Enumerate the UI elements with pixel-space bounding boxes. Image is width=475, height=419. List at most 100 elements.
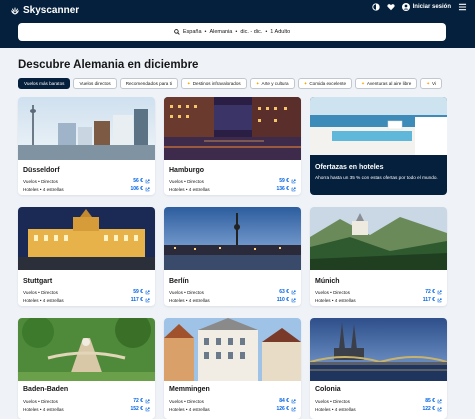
hotel-price-link[interactable]: 106 € xyxy=(130,186,150,192)
hotel-price: 122 € xyxy=(422,406,435,412)
external-link-icon xyxy=(291,297,296,302)
hotels-label: Hoteles xyxy=(169,297,185,303)
flight-price: 56 € xyxy=(133,178,143,184)
hotel-price-link[interactable]: 110 € xyxy=(277,297,296,303)
hamburger-menu-icon[interactable] xyxy=(458,3,467,11)
flights-row: Vuelos • Directos 72 € xyxy=(23,398,150,404)
hotel-price: 136 € xyxy=(276,186,289,192)
chip-label: Destinos infravalorados xyxy=(192,81,241,86)
chip-direct-flights[interactable]: Vuelos directos xyxy=(73,78,117,89)
chip-label: Vuelos más baratos xyxy=(24,81,65,86)
flights-type: Directos xyxy=(187,178,204,184)
hotels-row: Hoteles • 4 estrellas 117 € xyxy=(23,297,150,303)
flights-label: Vuelos xyxy=(23,289,37,295)
chip-great-food[interactable]: ✦ Comida excelente xyxy=(297,78,353,89)
hotel-price-link[interactable]: 126 € xyxy=(276,406,296,412)
star-icon: ✦ xyxy=(255,80,260,86)
flight-price-link[interactable]: 72 € xyxy=(133,398,150,404)
flights-row: Vuelos • Directos 63 € xyxy=(169,289,296,295)
destination-card-memmingen[interactable]: Memmingen Vuelos • Directos 84 € Hoteles… xyxy=(164,318,301,419)
flight-price: 72 € xyxy=(425,289,435,295)
destination-name: Stuttgart xyxy=(23,278,53,285)
destination-image xyxy=(18,97,155,160)
flights-label: Vuelos xyxy=(315,398,329,404)
hotels-label: Hoteles xyxy=(23,406,39,412)
chip-underrated[interactable]: ✦ Destinos infravalorados xyxy=(180,78,247,89)
hotel-stars: 4 estrellas xyxy=(188,406,210,412)
flight-price: 59 € xyxy=(133,289,143,295)
flights-label: Vuelos xyxy=(315,289,329,295)
hotels-row: Hoteles • 4 estrellas 136 € xyxy=(169,186,296,192)
flight-price-link[interactable]: 84 € xyxy=(279,398,296,404)
separator-dot: • xyxy=(265,29,268,35)
chip-label: Vuelos directos xyxy=(79,81,111,86)
flights-row: Vuelos • Directos 84 € xyxy=(169,398,296,404)
hotel-stars: 4 estrellas xyxy=(188,186,210,192)
flights-label: Vuelos xyxy=(23,398,37,404)
flights-row: Vuelos • Directos 56 € xyxy=(23,178,150,184)
external-link-icon xyxy=(145,398,150,403)
flight-price-link[interactable]: 72 € xyxy=(425,289,442,295)
chip-label: Recomendados para ti xyxy=(125,81,172,86)
flights-row: Vuelos • Directos 59 € xyxy=(169,178,296,184)
flight-price-link[interactable]: 59 € xyxy=(133,289,150,295)
hotels-row: Hoteles • 4 estrellas 122 € xyxy=(315,406,442,412)
hotel-stars: 4 estrellas xyxy=(42,406,64,412)
hotel-price: 126 € xyxy=(276,406,289,412)
flight-price-link[interactable]: 63 € xyxy=(279,289,296,295)
destination-card-dusseldorf[interactable]: Düsseldorf Vuelos • Directos 56 € Hotele… xyxy=(18,97,155,195)
theme-toggle-icon[interactable] xyxy=(371,3,380,11)
top-header: Skyscanner Iniciar sesión España • Alema… xyxy=(0,0,475,48)
search-icon xyxy=(174,29,180,35)
destination-image xyxy=(18,318,155,381)
search-origin: España xyxy=(182,29,202,35)
external-link-icon xyxy=(145,297,150,302)
login-button[interactable]: Iniciar sesión xyxy=(401,3,451,11)
destination-card-baden-baden[interactable]: Baden-Baden Vuelos • Directos 72 € Hotel… xyxy=(18,318,155,419)
chip-recommended[interactable]: Recomendados para ti xyxy=(119,78,178,89)
external-link-icon xyxy=(145,178,150,183)
flights-type: Directos xyxy=(187,398,204,404)
hotels-row: Hoteles • 4 estrellas 152 € xyxy=(23,406,150,412)
chip-cheapest-flights[interactable]: Vuelos más baratos xyxy=(18,78,71,89)
destination-card-berlin[interactable]: Berlín Vuelos • Directos 63 € Hoteles • … xyxy=(164,207,301,306)
chip-label: Vi xyxy=(432,81,437,86)
hotel-price: 117 € xyxy=(130,297,143,303)
chip-outdoor-adventures[interactable]: ✦ Aventuras al aire libre xyxy=(355,78,418,89)
separator-dot: • xyxy=(235,29,238,35)
hotels-row: Hoteles • 4 estrellas 117 € xyxy=(315,297,442,303)
hotel-price-link[interactable]: 122 € xyxy=(422,406,442,412)
skyscanner-logo[interactable]: Skyscanner xyxy=(10,5,79,16)
hotels-label: Hoteles xyxy=(169,186,185,192)
destination-name: Hamburgo xyxy=(169,167,204,174)
flight-price-link[interactable]: 59 € xyxy=(279,178,296,184)
hotel-price-link[interactable]: 152 € xyxy=(130,406,150,412)
destination-card-munich[interactable]: Múnich Vuelos • Directos 72 € Hoteles • … xyxy=(310,207,447,306)
hotel-price-link[interactable]: 117 € xyxy=(423,297,442,303)
flights-type: Directos xyxy=(41,289,58,295)
flights-type: Directos xyxy=(333,398,350,404)
flight-price-link[interactable]: 85 € xyxy=(425,398,442,404)
hotel-price-link[interactable]: 117 € xyxy=(131,297,150,303)
flights-label: Vuelos xyxy=(169,178,183,184)
flight-price-link[interactable]: 56 € xyxy=(133,178,150,184)
destination-name: Múnich xyxy=(315,278,340,285)
hotel-price: 152 € xyxy=(130,406,143,412)
flights-type: Directos xyxy=(41,398,58,404)
chip-art-culture[interactable]: ✦ Arte y cultura xyxy=(249,78,295,89)
flights-type: Directos xyxy=(187,289,204,295)
destination-card-hamburgo[interactable]: Hamburgo Vuelos • Directos 59 € Hoteles … xyxy=(164,97,301,195)
destination-card-colonia[interactable]: Colonia Vuelos • Directos 85 € Hoteles •… xyxy=(310,318,447,419)
destination-card-stuttgart[interactable]: Stuttgart Vuelos • Directos 59 € Hoteles… xyxy=(18,207,155,306)
hotel-price-link[interactable]: 136 € xyxy=(276,186,296,192)
hotel-price: 117 € xyxy=(422,297,435,303)
search-summary-bar[interactable]: España • Alemania • dic. - dic. • 1 Adul… xyxy=(18,23,446,41)
login-label: Iniciar sesión xyxy=(412,4,451,10)
destination-image xyxy=(310,318,447,381)
chip-partial[interactable]: ✦ Vi xyxy=(420,78,443,89)
heart-icon[interactable] xyxy=(387,3,395,11)
search-dates: dic. - dic. xyxy=(240,29,263,35)
promo-title: Ofertazas en hoteles xyxy=(315,164,384,171)
hotel-deals-promo[interactable]: Ofertazas en hoteles Ahorra hasta un 35 … xyxy=(310,97,447,195)
chip-label: Arte y cultura xyxy=(261,81,289,86)
